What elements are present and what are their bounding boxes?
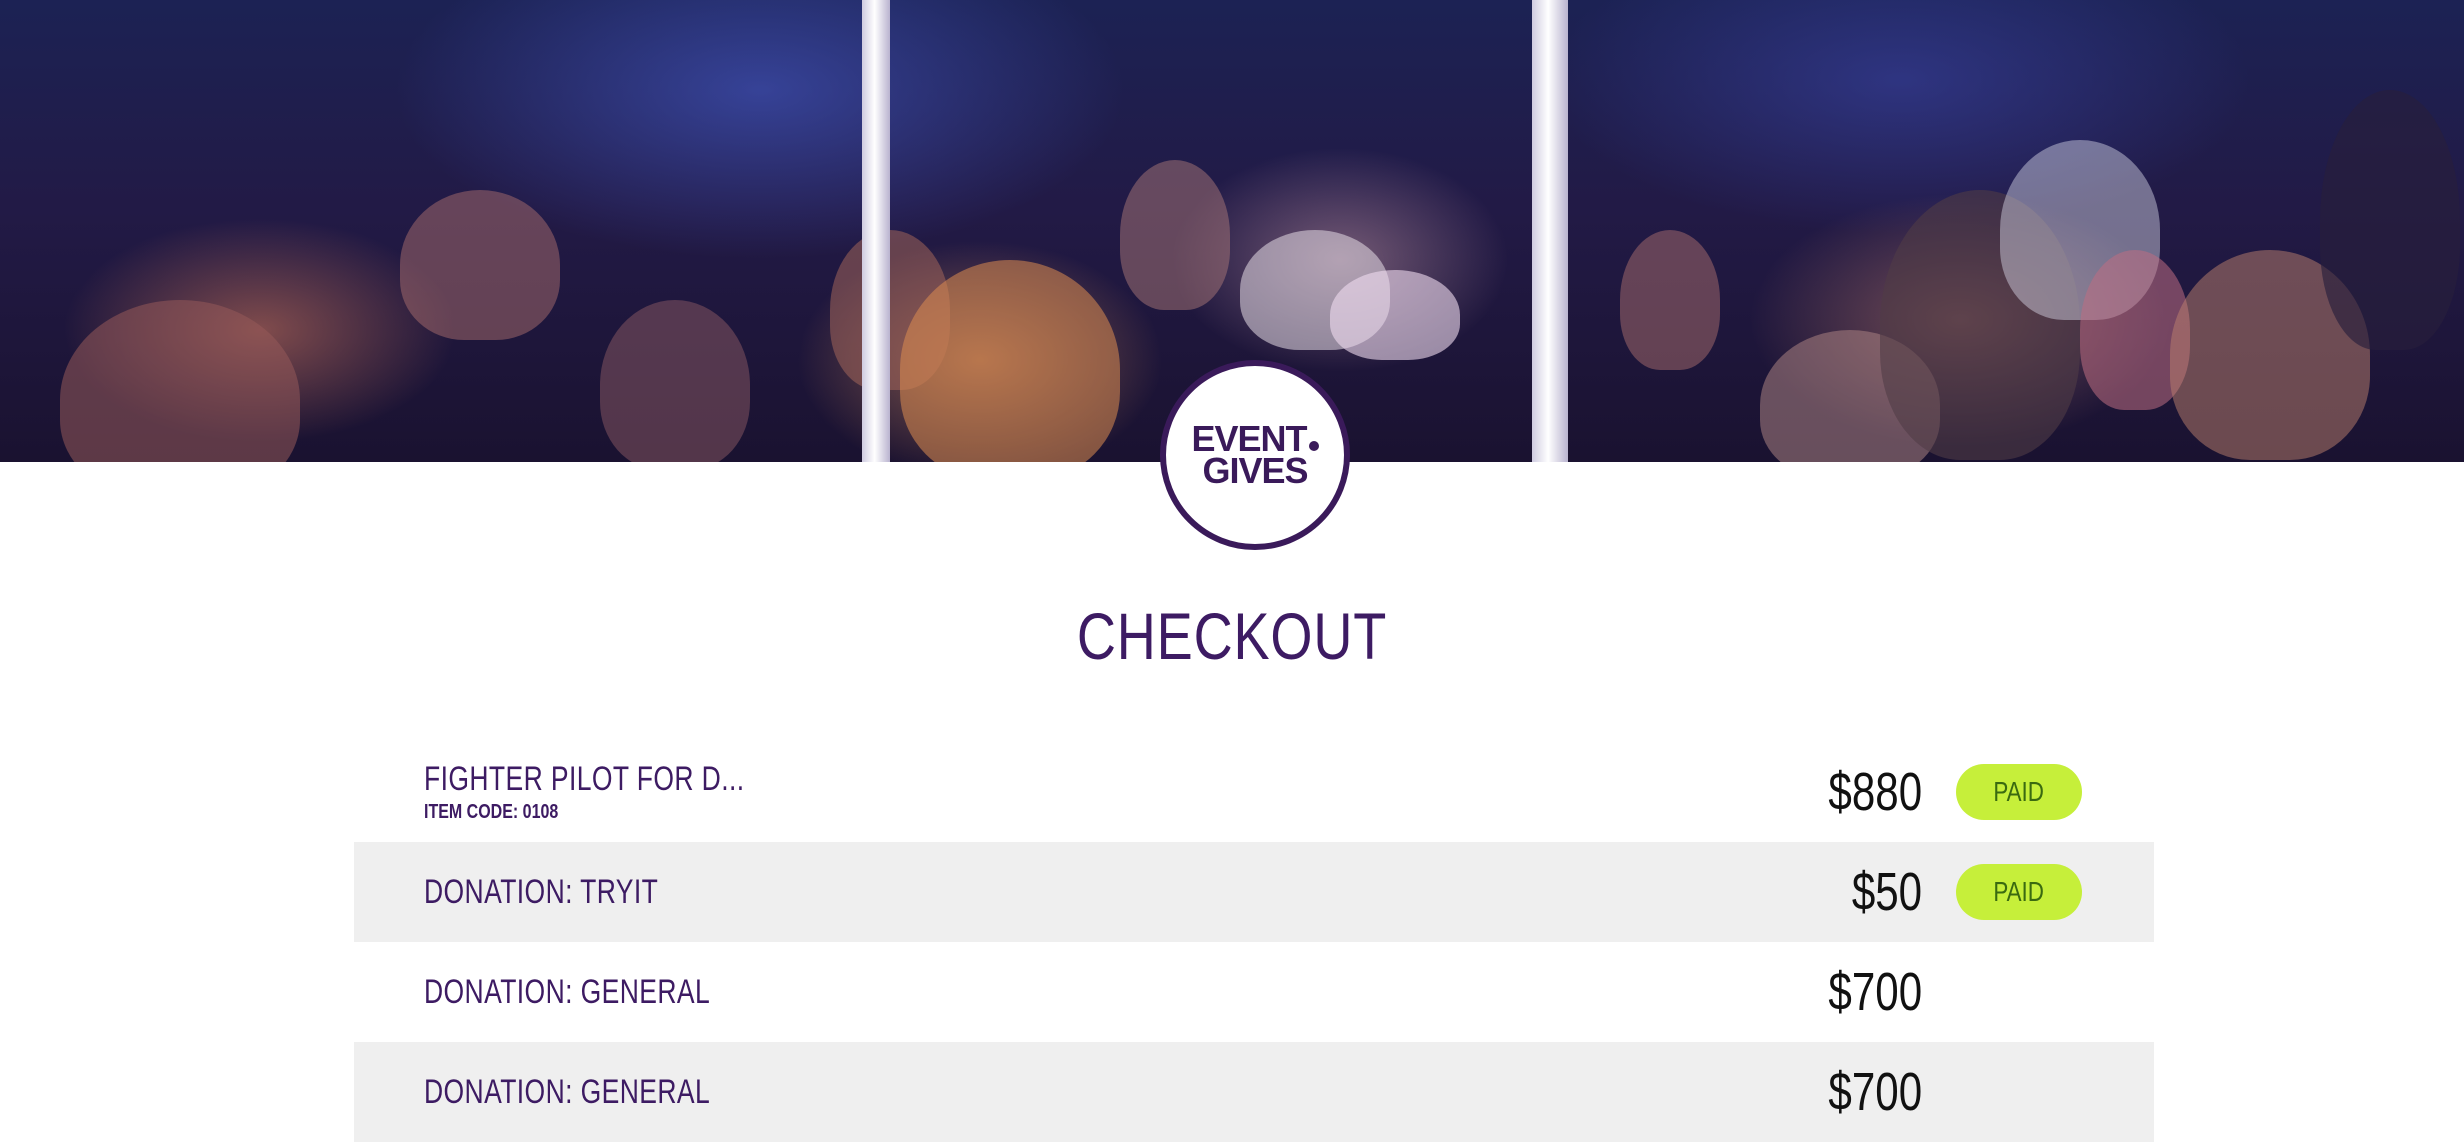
item-name: DONATION: TRYIT [424,872,659,911]
list-item: FIGHTER PILOT FOR D... ITEM CODE: 0108 $… [354,742,2154,842]
item-price: $700 [1828,962,1922,1022]
event-gives-logo[interactable]: EVENT GIVES [1160,360,1350,550]
list-item: DONATION: GENERAL $700 [354,1042,2154,1142]
checkout-items-list: FIGHTER PILOT FOR D... ITEM CODE: 0108 $… [354,742,2154,1142]
page-title: CHECKOUT [1076,599,1388,673]
list-item: DONATION: TRYIT $50 PAID [354,842,2154,942]
paid-status-badge: PAID [1956,864,2082,920]
item-name: DONATION: GENERAL [424,972,711,1011]
list-item: DONATION: GENERAL $700 [354,942,2154,1042]
paid-status-badge: PAID [1956,764,2082,820]
item-name: DONATION: GENERAL [424,1072,711,1111]
item-name: FIGHTER PILOT FOR D... [424,760,745,798]
logo-line-2: GIVES [1202,450,1308,491]
item-code: ITEM CODE: 0108 [424,801,559,823]
item-price: $50 [1851,862,1922,922]
item-price: $880 [1828,762,1922,822]
item-price: $700 [1828,1062,1922,1122]
